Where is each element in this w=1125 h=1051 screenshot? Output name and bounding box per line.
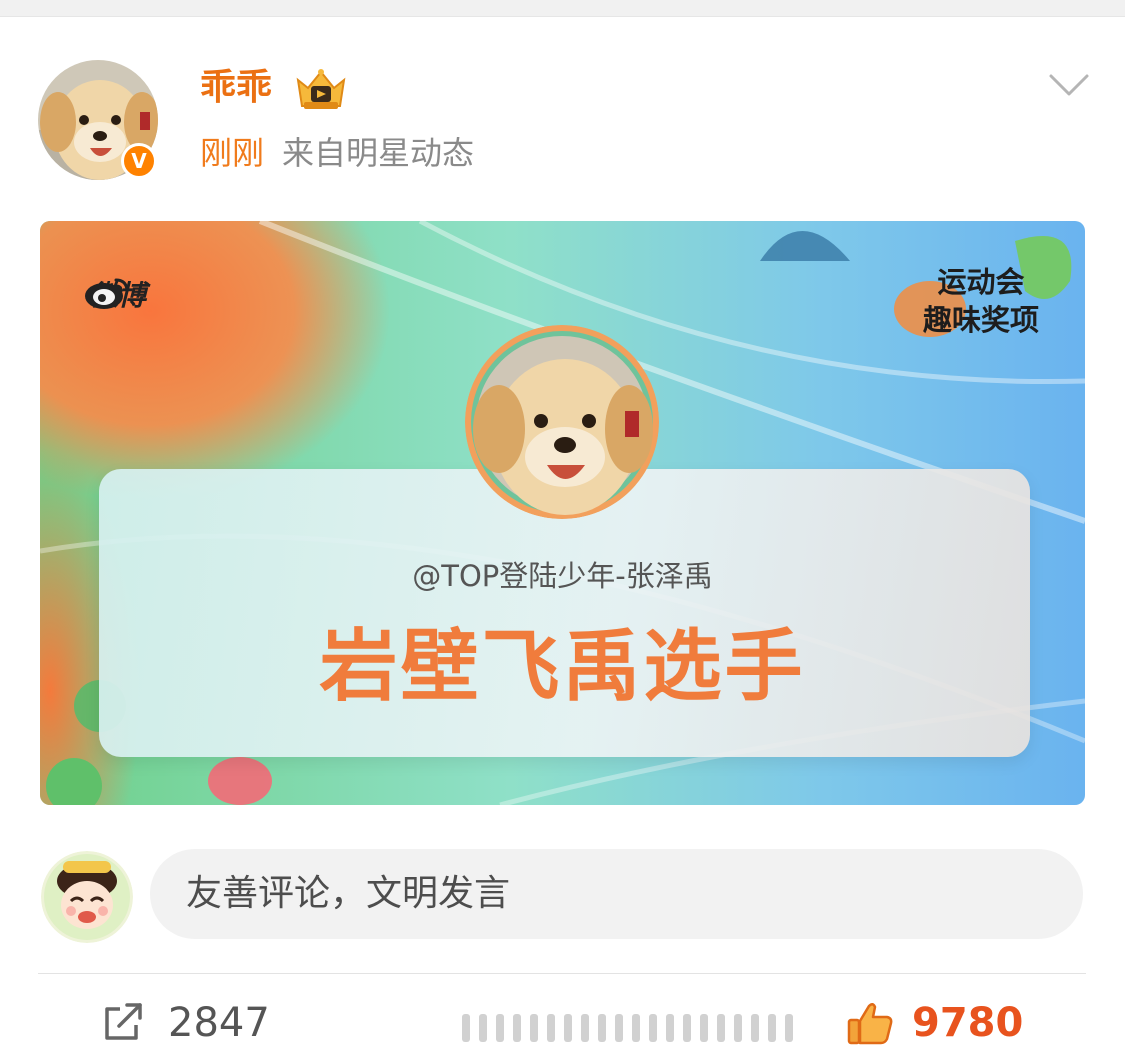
post-meta: 刚刚 来自明星动态 <box>200 132 474 174</box>
award-card-image[interactable]: 微博 运动会 趣味奖项 @TOP登陆少年-张泽禹 岩壁飞禹选手 <box>40 221 1085 805</box>
chevron-down-icon[interactable] <box>1048 70 1090 100</box>
award-avatar <box>465 325 659 519</box>
event-title: 运动会 趣味奖项 <box>923 263 1039 339</box>
weibo-logo: 微博 <box>84 276 146 316</box>
share-count: 2847 <box>168 1000 270 1046</box>
top-bar <box>0 0 1125 17</box>
award-title: 岩壁飞禹选手 <box>319 622 806 712</box>
thumbs-up-icon <box>847 1003 893 1045</box>
post-source[interactable]: 来自明星动态 <box>282 134 474 172</box>
share-icon <box>105 1003 142 1040</box>
like-count: 9780 <box>912 1000 1024 1046</box>
divider <box>38 973 1086 974</box>
weibo-eye-icon <box>85 278 129 309</box>
like-button[interactable]: 9780 <box>846 996 1023 1050</box>
event-line-2: 趣味奖项 <box>922 303 1039 337</box>
loading-indicator <box>462 1014 793 1042</box>
comment-input[interactable] <box>150 849 1083 939</box>
verified-badge: V <box>121 143 157 179</box>
event-line-1: 运动会 <box>937 265 1025 299</box>
current-user-avatar[interactable] <box>41 851 133 943</box>
award-handle: @TOP登陆少年-张泽禹 <box>412 559 713 593</box>
share-button[interactable]: 2847 <box>102 996 270 1050</box>
crown-vip-icon[interactable] <box>292 66 350 112</box>
post-time: 刚刚 <box>200 134 265 172</box>
author-name[interactable]: 乖乖 <box>200 66 272 110</box>
